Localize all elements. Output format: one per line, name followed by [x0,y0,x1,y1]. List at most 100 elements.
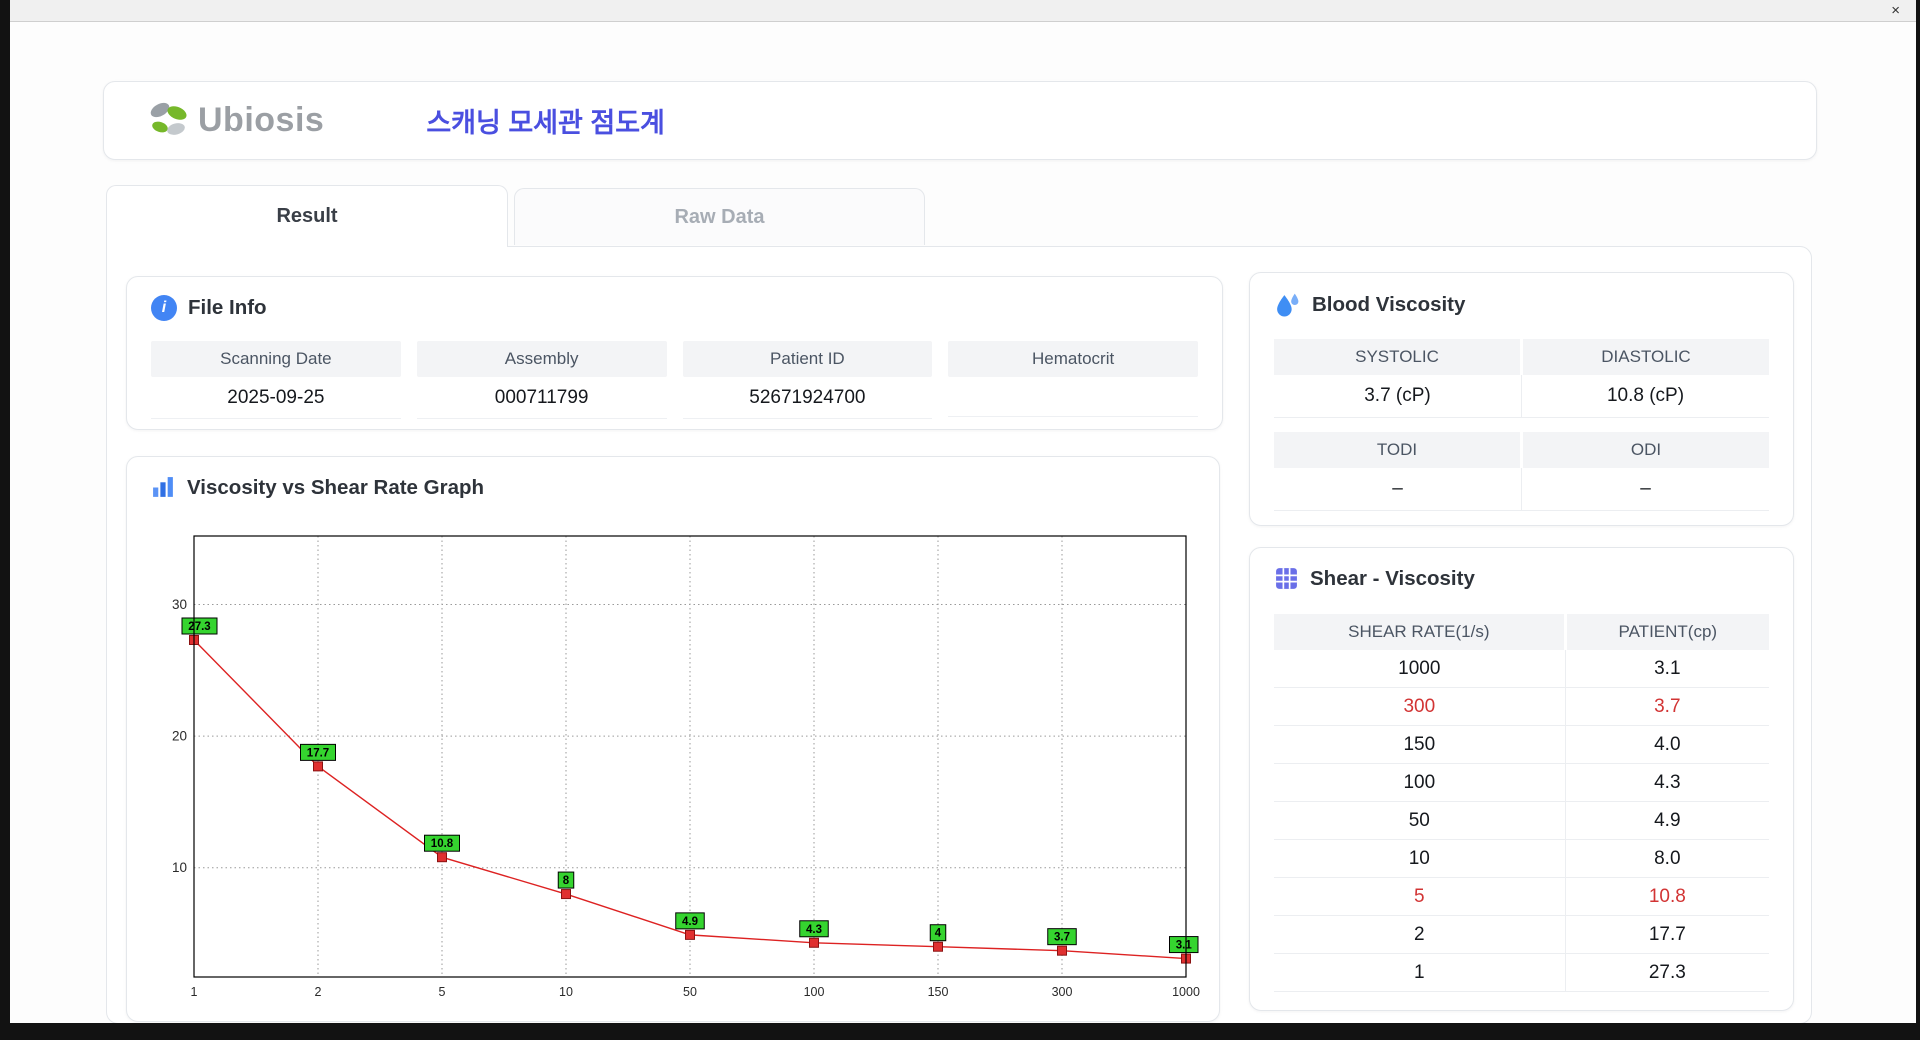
svg-text:30: 30 [172,597,187,612]
svg-text:1000: 1000 [1172,985,1200,999]
logo-text: Ubiosis [198,101,325,139]
shear-viscosity-title: Shear - Viscosity [1310,566,1475,590]
svg-text:8: 8 [563,875,570,887]
patient-cell: 4.0 [1564,725,1769,764]
tab-result[interactable]: Result [106,185,508,247]
svg-text:27.3: 27.3 [188,621,210,633]
svg-text:17.7: 17.7 [307,747,329,759]
shear-viscosity-table: SHEAR RATE(1/s) PATIENT(cp) 1000 3.1 300… [1274,614,1769,992]
svg-text:10: 10 [172,860,187,875]
patient-cell: 27.3 [1564,953,1769,992]
field-label: Hematocrit [948,341,1198,377]
svg-text:100: 100 [804,985,825,999]
shear-rate-cell: 300 [1274,687,1566,726]
shear-table-row: 50 4.9 [1274,801,1769,840]
info-icon: i [151,295,177,321]
graph-title: Viscosity vs Shear Rate Graph [187,475,485,499]
shear-table-row: 300 3.7 [1274,687,1769,726]
patient-cell: 4.3 [1564,763,1769,802]
window-titlebar: × [10,0,1916,22]
shear-table-row: 1 27.3 [1274,953,1769,992]
viscosity-graph-card: Viscosity vs Shear Rate Graph 10 20 30 1 2 5 1… [126,456,1220,1022]
field-value: 000711799 [416,377,667,419]
bv-header-odi: ODI [1523,432,1769,468]
droplet-icon [1274,291,1301,318]
leaf-logo-icon [146,100,192,142]
tab-result-label: Result [276,205,338,227]
svg-text:300: 300 [1052,985,1073,999]
patient-cell: 3.7 [1564,687,1769,726]
viscosity-shear-chart: 10 20 30 1 2 5 10 50 100 150 300 1000 27.3 17.7 10.8 8 4… [172,535,1200,999]
field-value: 52671924700 [682,377,933,419]
shear-rate-cell: 1000 [1274,650,1566,688]
field-patient-id: Patient ID 52671924700 [682,341,933,419]
bv-value-systolic: 3.7 (cP) [1364,385,1431,406]
bv-section-todi-odi: TODI ODI – – [1274,432,1769,511]
bv-value-odi: – [1521,468,1769,510]
svg-text:50: 50 [683,985,697,999]
field-scanning-date: Scanning Date 2025-09-25 [151,341,401,419]
svg-text:5: 5 [439,985,446,999]
svg-text:3.1: 3.1 [1176,940,1193,952]
file-info-title: File Info [188,296,267,319]
bv-header-diastolic: DIASTOLIC [1523,339,1769,375]
field-assembly: Assembly 000711799 [416,341,667,419]
shear-rate-col-header: SHEAR RATE(1/s) [1274,614,1566,650]
grid-table-icon [1274,566,1299,591]
field-hematocrit: Hematocrit [948,341,1198,419]
field-value [948,377,1198,417]
app-header: Ubiosis 스캐닝 모세관 점도계 [103,81,1817,160]
svg-text:10: 10 [559,985,573,999]
field-label: Scanning Date [151,341,401,377]
patient-col-header: PATIENT(cp) [1563,614,1769,650]
svg-text:4: 4 [935,928,942,940]
patient-cell: 8.0 [1564,839,1769,878]
tab-raw-data-label: Raw Data [674,205,765,228]
shear-rate-cell: 2 [1274,915,1566,954]
shear-table-row: 100 4.3 [1274,763,1769,802]
blood-viscosity-card: Blood Viscosity SYSTOLIC DIASTOLIC 3.7 (… [1249,272,1794,526]
shear-rate-cell: 1 [1274,953,1566,992]
blood-viscosity-title: Blood Viscosity [1312,292,1466,316]
window-edge-right [1916,0,1920,1040]
svg-text:3.7: 3.7 [1054,932,1070,944]
shear-rate-cell: 5 [1274,877,1566,916]
bv-header-todi: TODI [1274,432,1520,468]
svg-text:150: 150 [928,985,949,999]
svg-text:10.8: 10.8 [431,838,454,850]
shear-viscosity-card: Shear - Viscosity SHEAR RATE(1/s) PATIEN… [1249,547,1794,1011]
field-label: Patient ID [682,341,933,377]
shear-table-row: 5 10.8 [1274,877,1769,916]
blood-viscosity-table: SYSTOLIC DIASTOLIC 3.7 (cP) 10.8 (cP) TO… [1274,339,1769,525]
close-icon[interactable]: × [1891,2,1900,20]
svg-text:2: 2 [315,985,322,999]
window-edge-left [0,0,10,1040]
svg-text:4.3: 4.3 [806,924,822,936]
patient-cell: 10.8 [1564,877,1769,916]
svg-text:20: 20 [172,729,187,744]
bv-header-systolic: SYSTOLIC [1274,339,1520,375]
bv-section-systolic-diastolic: SYSTOLIC DIASTOLIC 3.7 (cP) 10.8 (cP) [1274,339,1769,418]
file-info-card: i File Info Scanning Date 2025-09-25 Ass… [126,276,1223,430]
shear-rate-cell: 100 [1274,763,1566,802]
window-edge-bottom [0,1023,1920,1040]
bv-value-diastolic: 10.8 (cP) [1521,375,1769,417]
svg-text:1: 1 [191,985,198,999]
patient-cell: 4.9 [1564,801,1769,840]
shear-table-row: 1000 3.1 [1274,650,1769,688]
field-value: 2025-09-25 [151,377,401,419]
shear-table-row: 2 17.7 [1274,915,1769,954]
page-title: 스캐닝 모세관 점도계 [426,108,665,138]
bar-chart-icon [151,475,176,500]
tab-raw-data[interactable]: Raw Data [514,188,925,245]
ubiosis-logo: Ubiosis [146,100,324,142]
bv-value-todi: – [1392,478,1403,499]
shear-table-row: 10 8.0 [1274,839,1769,878]
shear-rate-cell: 50 [1274,801,1566,840]
shear-rate-cell: 150 [1274,725,1566,764]
patient-cell: 17.7 [1564,915,1769,954]
patient-cell: 3.1 [1564,650,1769,688]
field-label: Assembly [416,341,667,377]
file-info-fields: Scanning Date 2025-09-25 Assembly 000711… [151,341,1198,419]
shear-rate-cell: 10 [1274,839,1566,878]
